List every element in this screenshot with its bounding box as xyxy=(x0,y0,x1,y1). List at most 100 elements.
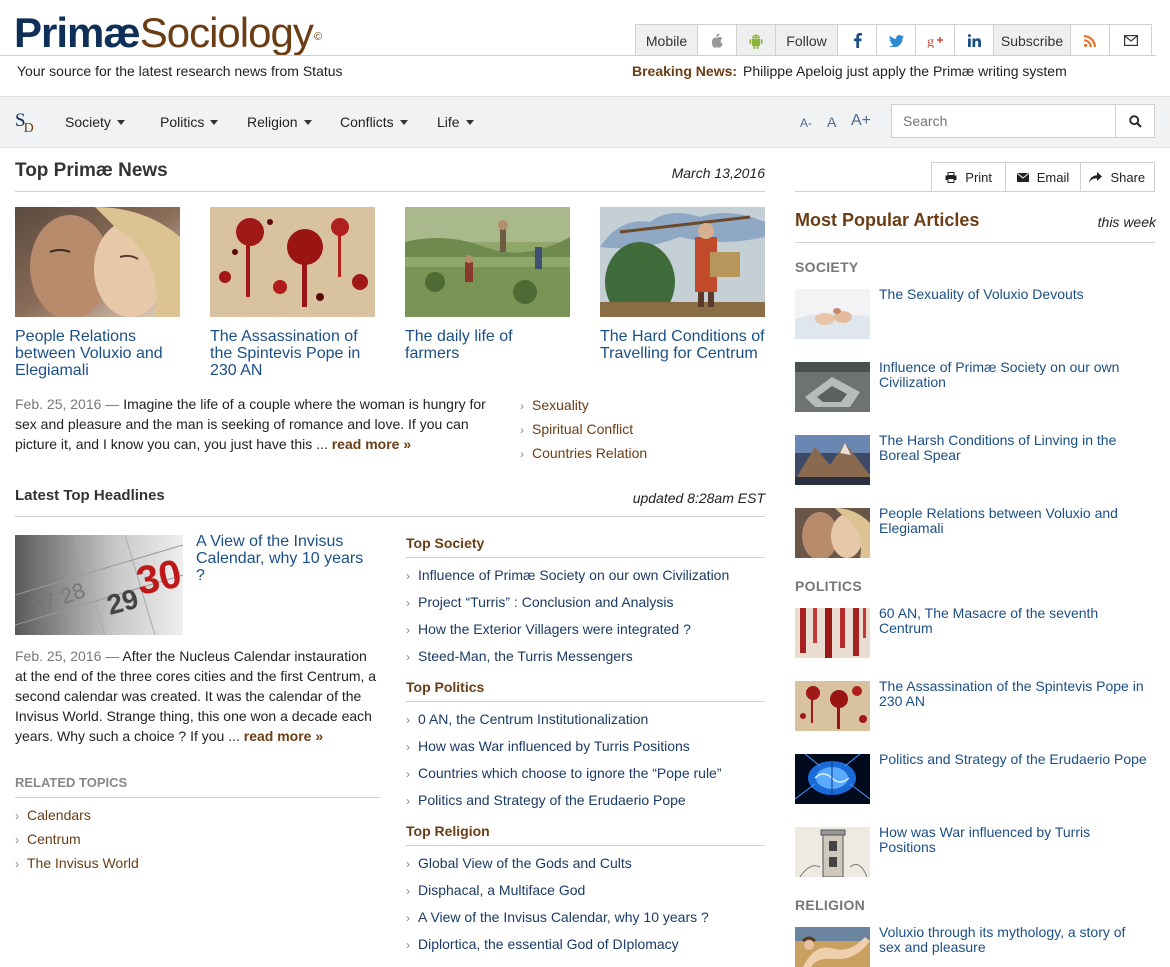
society-link-label: How the Exterior Villagers were integrat… xyxy=(418,621,691,637)
politics-link[interactable]: › 0 AN, the Centrum Institutionalization xyxy=(406,711,648,727)
chevron-right-icon: › xyxy=(15,833,19,847)
mail-icon[interactable] xyxy=(1110,25,1151,56)
couple-photo-small[interactable] xyxy=(795,508,870,558)
tower-drawing[interactable] xyxy=(795,827,870,877)
politics-link[interactable]: › Countries which choose to ignore the “P… xyxy=(406,765,722,781)
card-title-hard-conditions[interactable]: The Hard Conditions of Travelling for Ce… xyxy=(600,328,766,362)
tag-link-spiritual-conflict[interactable]: › Spiritual Conflict xyxy=(520,421,633,437)
popular-link-influence-society[interactable]: Influence of Primæ Society on our own Ci… xyxy=(879,360,1149,390)
nav-society[interactable]: Society xyxy=(65,114,125,130)
share-button[interactable]: Share xyxy=(1081,163,1154,191)
search-button[interactable] xyxy=(1116,104,1155,138)
site-logo[interactable]: PrimæSociology© xyxy=(14,8,322,58)
chevron-right-icon: › xyxy=(406,794,410,808)
feature-title-invisus-calendar[interactable]: A View of the Invisus Calendar, why 10 y… xyxy=(196,533,376,584)
read-more-link[interactable]: read more » xyxy=(332,436,411,452)
mountain-photo[interactable] xyxy=(795,435,870,485)
tag-label: Sexuality xyxy=(532,397,589,413)
popular-link-masacre[interactable]: 60 AN, The Masacre of the seventh Centru… xyxy=(879,606,1149,636)
top-religion-divider xyxy=(406,845,765,846)
nav-politics-label: Politics xyxy=(160,114,205,130)
calendar-photo[interactable]: 27 28 29 30 xyxy=(15,535,183,635)
tag-link-sexuality[interactable]: › Sexuality xyxy=(520,397,589,413)
chevron-right-icon: › xyxy=(520,423,524,437)
society-link[interactable]: › Influence of Primæ Society on our own C… xyxy=(406,567,729,583)
mythology-painting[interactable] xyxy=(795,927,870,967)
related-link-invisus-world[interactable]: › The Invisus World xyxy=(15,855,139,871)
blood-curtain-photo[interactable] xyxy=(795,608,870,658)
envelope-icon xyxy=(1016,172,1029,182)
small-logo[interactable]: SD xyxy=(15,110,36,136)
twitter-icon[interactable] xyxy=(877,25,916,56)
search-icon xyxy=(1128,114,1142,128)
rss-icon[interactable] xyxy=(1071,25,1110,56)
society-link[interactable]: › Steed-Man, the Turris Messengers xyxy=(406,648,633,664)
brain-photo[interactable] xyxy=(795,754,870,804)
popular-link-harsh-conditions[interactable]: The Harsh Conditions of Linving in the B… xyxy=(879,433,1149,463)
society-link[interactable]: › Project “Turris” : Conclusion and Analy… xyxy=(406,594,673,610)
farmers-painting[interactable] xyxy=(405,207,570,317)
popular-link-people-relations[interactable]: People Relations between Voluxio and Ele… xyxy=(879,506,1149,536)
breaking-news: Breaking News: Philippe Apeloig just appl… xyxy=(632,63,1067,79)
pentagon-photo[interactable] xyxy=(795,362,870,412)
apple-icon[interactable] xyxy=(698,25,737,56)
top-politics-divider xyxy=(406,701,765,702)
religion-link[interactable]: › Diplortica, the essential God of DIplom… xyxy=(406,936,679,952)
chevron-right-icon: › xyxy=(406,911,410,925)
nav-conflicts-label: Conflicts xyxy=(340,114,394,130)
feet-photo[interactable] xyxy=(795,289,870,339)
tag-label: Countries Relation xyxy=(532,445,648,461)
top-news-date: March 13,2016 xyxy=(671,165,765,181)
religion-link[interactable]: › A View of the Invisus Calendar, why 10 … xyxy=(406,909,709,925)
google-plus-icon[interactable]: g xyxy=(916,25,955,56)
feature-read-more-link[interactable]: read more » xyxy=(244,728,323,744)
font-size-normal-button[interactable]: A xyxy=(827,114,836,130)
breaking-news-link[interactable]: Philippe Apeloig just apply the Primæ wr… xyxy=(743,63,1067,79)
latest-divider xyxy=(15,516,765,517)
related-link-calendars[interactable]: › Calendars xyxy=(15,807,91,823)
politics-link-label: Politics and Strategy of the Erudaerio P… xyxy=(418,792,686,808)
caret-down-icon xyxy=(210,119,219,125)
religion-link[interactable]: › Disphacal, a Multiface God xyxy=(406,882,585,898)
card-title-assassination[interactable]: The Assassination of the Spintevis Pope … xyxy=(210,328,376,379)
tag-link-countries-relation[interactable]: › Countries Relation xyxy=(520,445,647,461)
politics-link[interactable]: › Politics and Strategy of the Erudaerio … xyxy=(406,792,686,808)
popular-link-war-turris[interactable]: How was War influenced by Turris Positio… xyxy=(879,825,1149,855)
nav-religion[interactable]: Religion xyxy=(247,114,312,130)
nav-politics[interactable]: Politics xyxy=(160,114,219,130)
caret-down-icon xyxy=(465,119,474,125)
linkedin-icon[interactable] xyxy=(955,25,994,56)
facebook-icon[interactable] xyxy=(838,25,877,56)
popular-link-voluxio-mythology[interactable]: Voluxio through its mythology, a story o… xyxy=(879,925,1149,955)
related-label: The Invisus World xyxy=(27,855,139,871)
top-society-divider xyxy=(406,557,765,558)
society-link[interactable]: › How the Exterior Villagers were integra… xyxy=(406,621,691,637)
couple-photo[interactable] xyxy=(15,207,180,317)
politics-link-label: How was War influenced by Turris Positio… xyxy=(418,738,690,754)
nav-life[interactable]: Life xyxy=(437,114,474,130)
font-size-large-button[interactable]: A+ xyxy=(851,112,871,130)
blood-splatter-photo[interactable] xyxy=(210,207,375,317)
religion-link[interactable]: › Global View of the Gods and Cults xyxy=(406,855,632,871)
chevron-right-icon: › xyxy=(15,857,19,871)
card-title-people-relations[interactable]: People Relations between Voluxio and Ele… xyxy=(15,328,181,379)
android-icon[interactable] xyxy=(737,25,776,56)
font-size-small-button[interactable]: A- xyxy=(800,116,812,130)
related-link-centrum[interactable]: › Centrum xyxy=(15,831,81,847)
popular-link-erudaerio[interactable]: Politics and Strategy of the Erudaerio P… xyxy=(879,752,1149,767)
logo-copyright-mark: © xyxy=(313,31,322,43)
logo-sociology: Sociology xyxy=(139,9,314,56)
politics-link[interactable]: › How was War influenced by Turris Positi… xyxy=(406,738,690,754)
search-input[interactable] xyxy=(891,104,1116,138)
traveller-painting[interactable] xyxy=(600,207,765,317)
popular-link-assassination[interactable]: The Assassination of the Spintevis Pope … xyxy=(879,679,1149,709)
feature-excerpt: Feb. 25, 2016 — After the Nucleus Calend… xyxy=(15,646,380,746)
popular-link-sexuality-voluxio[interactable]: The Sexuality of Voluxio Devouts xyxy=(879,287,1149,302)
print-button[interactable]: Print xyxy=(932,163,1007,191)
top-news-heading: Top Primæ News xyxy=(15,160,168,181)
share-toolbar: Print Email Share xyxy=(931,162,1155,192)
nav-conflicts[interactable]: Conflicts xyxy=(340,114,408,130)
email-button[interactable]: Email xyxy=(1006,163,1081,191)
card-title-daily-life[interactable]: The daily life of farmers xyxy=(405,328,571,362)
blood-splatter-photo-small[interactable] xyxy=(795,681,870,731)
